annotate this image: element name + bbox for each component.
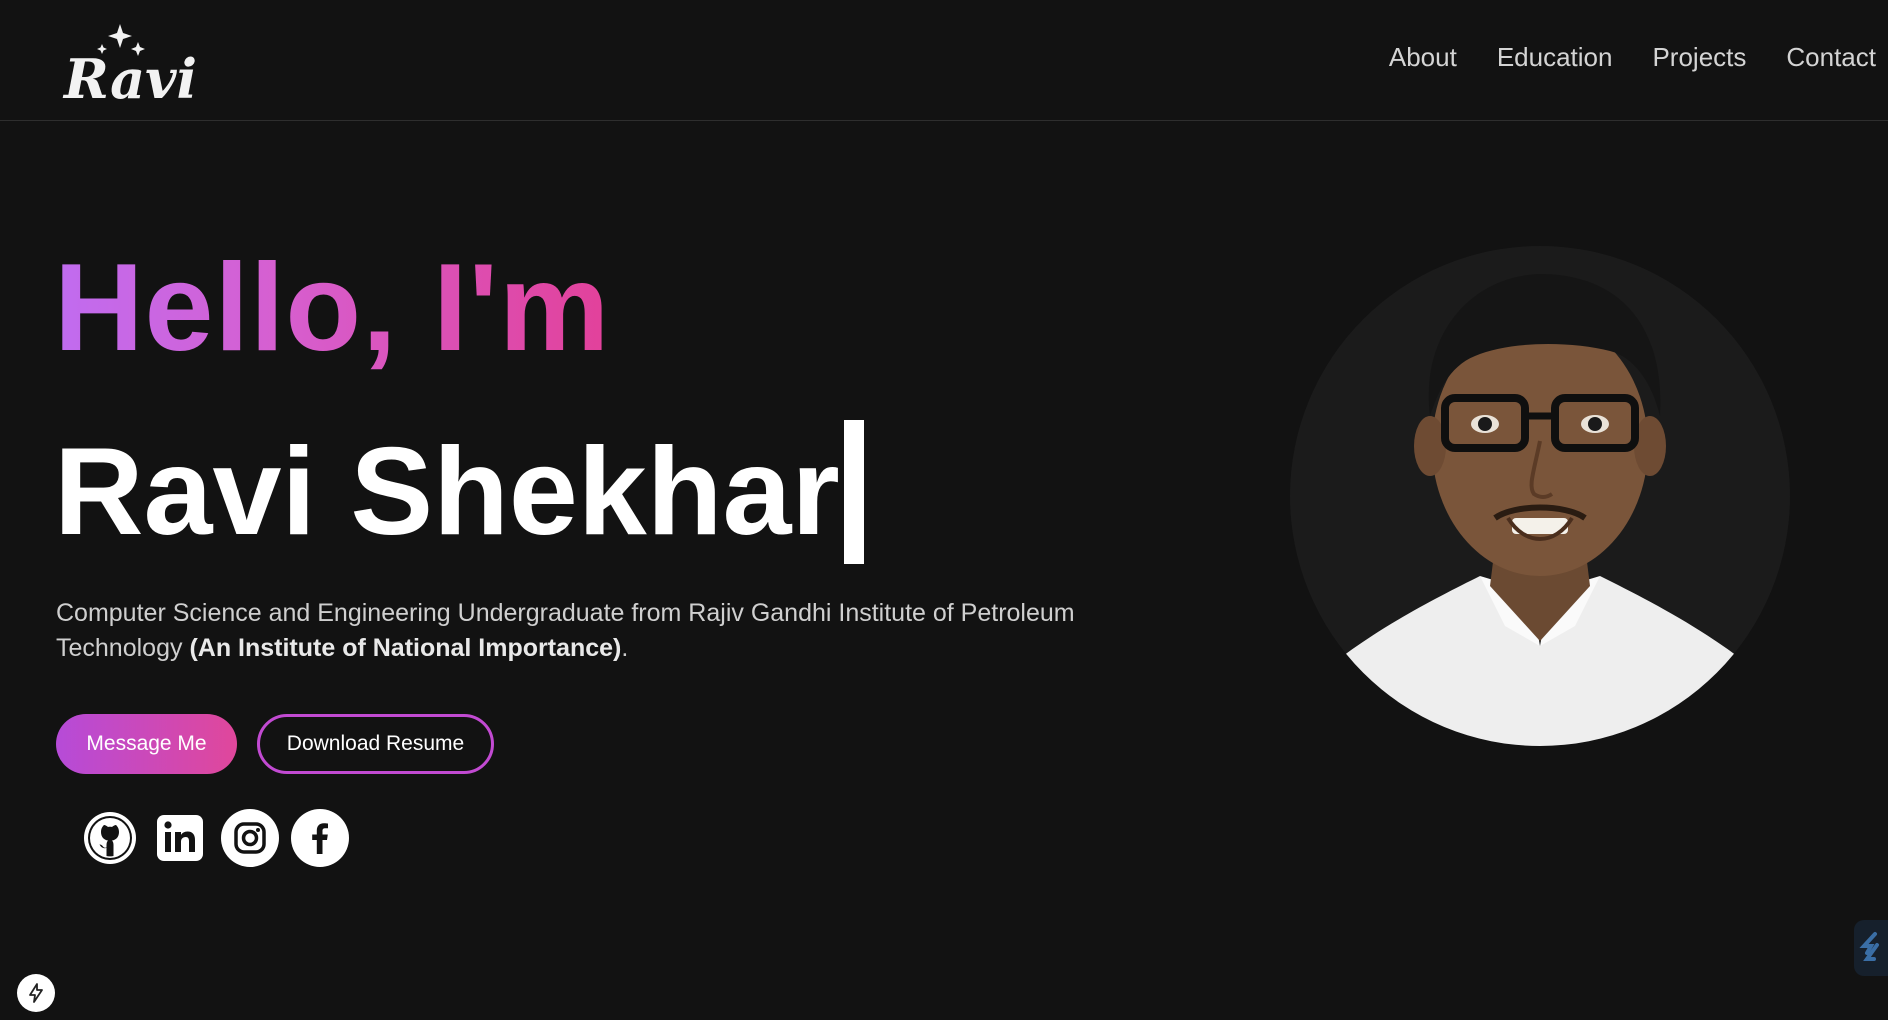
linkedin-icon[interactable] (150, 808, 210, 868)
side-widget-icon[interactable] (1854, 920, 1888, 976)
nav-projects-link[interactable]: Projects (1652, 42, 1746, 73)
hero-name: Ravi Shekhar (54, 420, 864, 564)
social-links (80, 808, 350, 868)
facebook-icon[interactable] (290, 808, 350, 868)
hero-greeting: Hello, I'm (54, 239, 611, 377)
download-resume-button[interactable]: Download Resume (257, 714, 494, 774)
nav-links: About Education Projects Contact (1389, 42, 1876, 73)
logo-text: Ravi (62, 47, 197, 106)
typing-cursor (843, 420, 864, 564)
hero-description: Computer Science and Engineering Undergr… (56, 596, 1176, 666)
message-me-button[interactable]: Message Me (56, 714, 237, 774)
nav-education-link[interactable]: Education (1497, 42, 1613, 73)
site-logo[interactable]: Ravi (60, 20, 200, 111)
instagram-icon[interactable] (220, 808, 280, 868)
nav-about-link[interactable]: About (1389, 42, 1457, 73)
profile-photo (1290, 246, 1790, 746)
hero-name-text: Ravi Shekhar (54, 423, 840, 561)
nav-contact-link[interactable]: Contact (1786, 42, 1876, 73)
github-icon[interactable] (80, 808, 140, 868)
hero-description-end: . (621, 634, 629, 662)
hero-description-bold: (An Institute of National Importance) (189, 634, 622, 662)
dev-indicator-icon[interactable] (17, 974, 55, 1012)
navbar: Ravi About Education Projects Contact (0, 0, 1888, 121)
